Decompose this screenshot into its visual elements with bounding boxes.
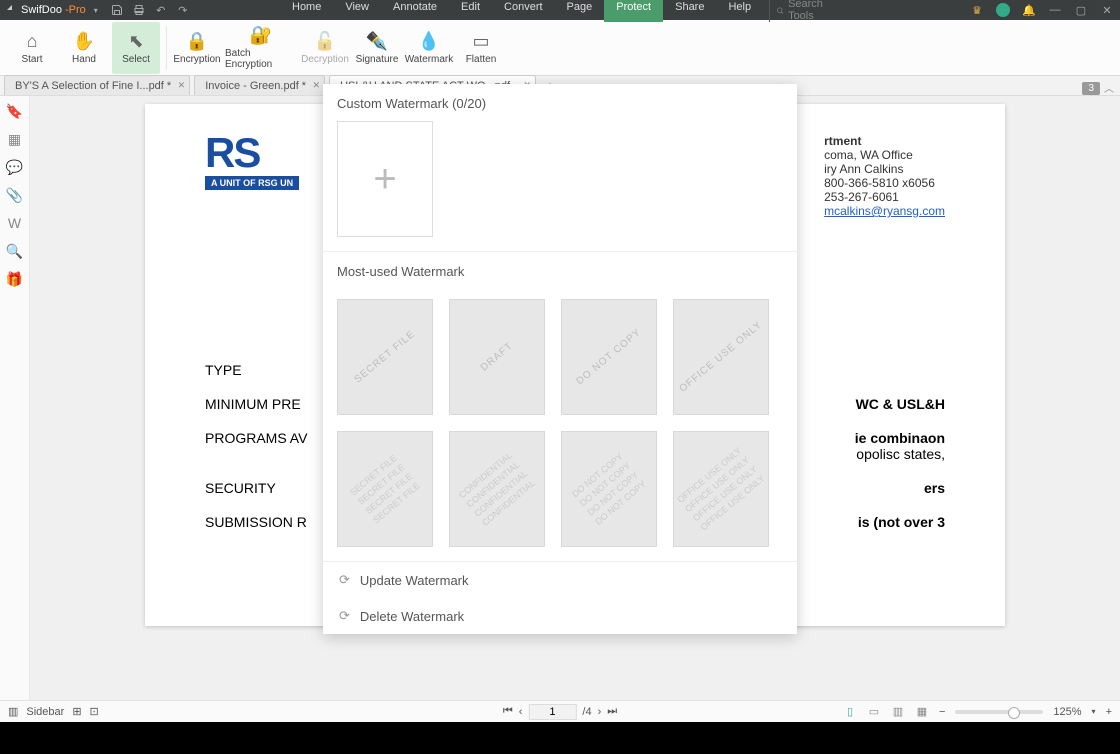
email-link[interactable]: mcalkins@ryansg.com	[824, 204, 945, 218]
thumbnails-icon[interactable]: ▦	[6, 130, 24, 148]
zoom-in-icon[interactable]: +	[1106, 706, 1112, 718]
app-dropdown[interactable]: ▾	[94, 6, 98, 15]
watermark-preset[interactable]: OFFICE USE ONLYOFFICE USE ONLYOFFICE USE…	[673, 431, 769, 547]
save-icon[interactable]	[110, 3, 124, 17]
refresh-icon: ⟳	[339, 572, 350, 588]
menu-edit[interactable]: Edit	[449, 0, 492, 22]
zoom-slider[interactable]	[955, 710, 1043, 714]
custom-watermark-title: Custom Watermark (0/20)	[337, 96, 783, 111]
bookmark-icon[interactable]: 🔖	[6, 102, 24, 120]
minimize-button[interactable]: —	[1048, 3, 1062, 17]
watermark-button[interactable]: 💧Watermark	[405, 22, 453, 74]
tab-1[interactable]: Invoice - Green.pdf *✕	[194, 75, 325, 95]
page-count-badge: 3	[1082, 82, 1100, 95]
watermark-preset[interactable]: SECRET FILE	[337, 299, 433, 415]
zoom-label: 125%	[1053, 706, 1081, 718]
start-button[interactable]: ⌂Start	[8, 22, 56, 74]
app-logo: SwifDoo-Pro	[6, 4, 86, 16]
doc-logo-sub: A UNIT OF RSG UN	[205, 176, 299, 190]
most-used-title: Most-used Watermark	[337, 264, 783, 279]
crown-icon[interactable]: ♛	[970, 3, 984, 17]
left-sidebar: 🔖 ▦ 💬 📎 W 🔍 🎁	[0, 96, 30, 700]
last-page-icon[interactable]: ⏭	[607, 705, 617, 718]
view-continuous-icon[interactable]: ▭	[867, 705, 881, 719]
bell-icon[interactable]: 🔔	[1022, 3, 1036, 17]
sidebar-label: Sidebar	[26, 706, 64, 718]
menu-view[interactable]: View	[333, 0, 381, 22]
update-watermark-action[interactable]: ⟳Update Watermark	[323, 562, 797, 598]
signature-button[interactable]: ✒️Signature	[353, 22, 401, 74]
encryption-button[interactable]: 🔒Encryption	[173, 22, 221, 74]
tab-0[interactable]: BY'S A Selection of Fine I...pdf *✕	[4, 75, 190, 95]
hand-button[interactable]: ✋Hand	[60, 22, 108, 74]
watermark-preset[interactable]: CONFIDENTIALCONFIDENTIALCONFIDENTIALCONF…	[449, 431, 545, 547]
redo-icon[interactable]: ↷	[176, 3, 190, 17]
menu-protect[interactable]: Protect	[604, 0, 663, 22]
watermark-panel: Custom Watermark (0/20) + Most-used Wate…	[323, 84, 797, 634]
watermark-preset[interactable]: OFFICE USE ONLY	[673, 299, 769, 415]
menu-help[interactable]: Help	[716, 0, 763, 22]
close-icon[interactable]: ✕	[313, 80, 321, 91]
page-input[interactable]	[528, 704, 576, 720]
collapse-ribbon-icon[interactable]: ︿	[1104, 80, 1114, 95]
search-tools[interactable]: Search Tools	[769, 0, 840, 22]
statusbar: ▥ Sidebar ⊞ ⊡ ⏮ ‹ /4 › ⏭ ▯ ▭ ▥ ▦ − 125% …	[0, 700, 1120, 722]
view-facing-icon[interactable]: ▥	[891, 705, 905, 719]
menu-page[interactable]: Page	[555, 0, 605, 22]
menu-share[interactable]: Share	[663, 0, 716, 22]
watermark-preset[interactable]: DO NOT COPYDO NOT COPYDO NOT COPYDO NOT …	[561, 431, 657, 547]
department-block: rtment coma, WA Office iry Ann Calkins 8…	[824, 134, 945, 218]
add-watermark-tile[interactable]: +	[337, 121, 433, 237]
menu-convert[interactable]: Convert	[492, 0, 555, 22]
titlebar: SwifDoo-Pro ▾ ↶ ↷ Home View Annotate Edi…	[0, 0, 1120, 20]
watermark-preset[interactable]: DRAFT	[449, 299, 545, 415]
word-icon[interactable]: W	[6, 214, 24, 232]
sidebar-toggle-icon[interactable]: ▥	[8, 705, 18, 718]
batch-encryption-button[interactable]: 🔐Batch Encryption	[225, 22, 297, 74]
undo-icon[interactable]: ↶	[154, 3, 168, 17]
panel-add-icon[interactable]: ⊞	[72, 705, 81, 718]
view-single-icon[interactable]: ▯	[843, 705, 857, 719]
delete-watermark-action[interactable]: ⟳Delete Watermark	[323, 598, 797, 634]
zoom-dropdown-icon[interactable]: ▾	[1092, 707, 1096, 716]
menu-home[interactable]: Home	[280, 0, 333, 22]
ribbon-protect: ⌂Start ✋Hand ⬉Select 🔒Encryption 🔐Batch …	[0, 20, 1120, 76]
prev-page-icon[interactable]: ‹	[519, 706, 523, 718]
user-icon[interactable]	[996, 3, 1010, 17]
refresh-icon: ⟳	[339, 608, 350, 624]
menu-annotate[interactable]: Annotate	[381, 0, 449, 22]
plus-icon: +	[373, 157, 396, 202]
watermark-preset[interactable]: DO NOT COPY	[561, 299, 657, 415]
maximize-button[interactable]: ▢	[1074, 3, 1088, 17]
next-page-icon[interactable]: ›	[598, 706, 602, 718]
search-icon[interactable]: 🔍	[6, 242, 24, 260]
menubar: Home View Annotate Edit Convert Page Pro…	[280, 0, 840, 22]
close-icon[interactable]: ✕	[178, 80, 186, 91]
select-button[interactable]: ⬉Select	[112, 22, 160, 74]
gift-icon[interactable]: 🎁	[6, 270, 24, 288]
watermark-preset[interactable]: SECRET FILESECRET FILESECRET FILESECRET …	[337, 431, 433, 547]
view-grid-icon[interactable]: ▦	[915, 705, 929, 719]
decryption-button: 🔓Decryption	[301, 22, 349, 74]
page-total: /4	[582, 706, 591, 718]
first-page-icon[interactable]: ⏮	[503, 705, 513, 718]
close-button[interactable]: ✕	[1100, 3, 1114, 17]
attachments-icon[interactable]: 📎	[6, 186, 24, 204]
flatten-button[interactable]: ▭Flatten	[457, 22, 505, 74]
page-nav: ⏮ ‹ /4 › ⏭	[503, 704, 617, 720]
print-icon[interactable]	[132, 3, 146, 17]
zoom-out-icon[interactable]: −	[939, 706, 945, 718]
panel-next-icon[interactable]: ⊡	[90, 705, 99, 718]
comments-icon[interactable]: 💬	[6, 158, 24, 176]
